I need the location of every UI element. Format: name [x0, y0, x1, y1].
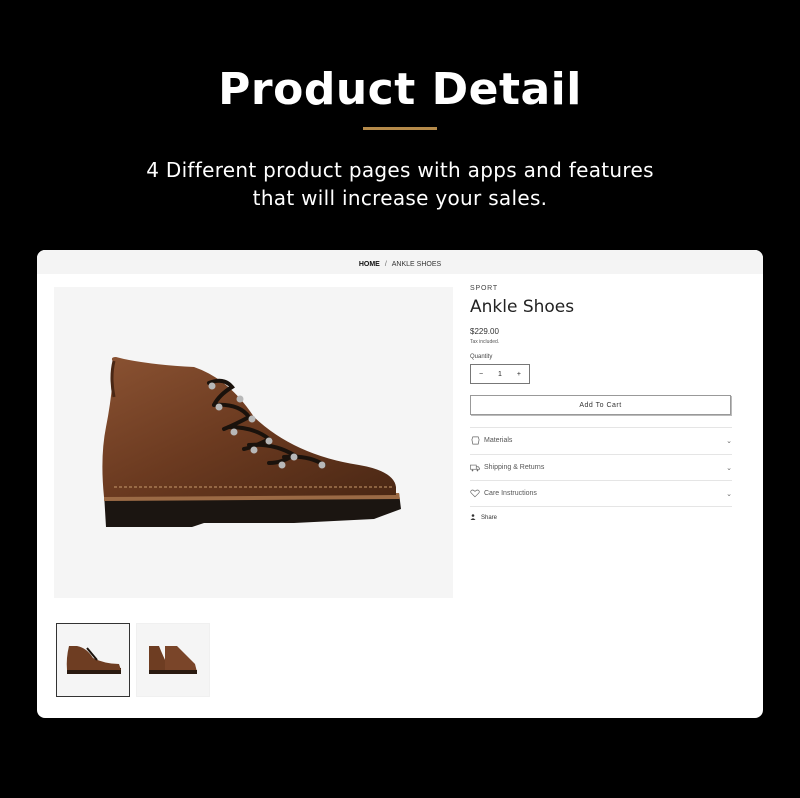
accordion-materials[interactable]: Materials ⌄ — [470, 427, 732, 453]
breadcrumb-home[interactable]: HOME — [359, 261, 380, 268]
hero-subtitle: 4 Different product pages with apps and … — [0, 156, 800, 212]
main-product-image[interactable] — [54, 287, 453, 598]
chevron-down-icon: ⌄ — [726, 464, 732, 472]
title-divider — [363, 127, 437, 130]
thumbnail-2[interactable] — [136, 623, 210, 697]
boot-thumbnail-pair — [149, 646, 197, 674]
quantity-label: Quantity — [470, 354, 493, 360]
share-button[interactable]: Share — [470, 514, 497, 522]
hero-title: Product Detail — [218, 64, 582, 115]
leather-icon — [470, 436, 480, 446]
product-vendor: SPORT — [470, 285, 498, 292]
product-title: Ankle Shoes — [470, 297, 575, 317]
accordion-label: Shipping & Returns — [484, 464, 545, 471]
share-label: Share — [481, 515, 498, 521]
quantity-input[interactable]: 1 — [498, 371, 502, 378]
accordion-shipping[interactable]: Shipping & Returns ⌄ — [470, 454, 732, 480]
accordion-label: Care Instructions — [484, 490, 537, 497]
chevron-down-icon: ⌄ — [726, 490, 732, 498]
chevron-down-icon: ⌄ — [726, 437, 732, 445]
product-page-preview: HOME / ANKLE SHOES SPORT Ankle Shoes $22… — [37, 250, 763, 718]
quantity-increase-button[interactable]: + — [517, 371, 521, 378]
heart-icon — [470, 489, 480, 499]
product-price: $229.00 — [470, 327, 499, 336]
accordion-divider — [470, 506, 732, 507]
boot-illustration — [102, 357, 401, 527]
quantity-decrease-button[interactable]: − — [479, 371, 483, 378]
truck-icon — [470, 463, 480, 473]
breadcrumb: HOME / ANKLE SHOES — [37, 250, 763, 274]
breadcrumb-separator: / — [384, 261, 387, 268]
hero-subtitle-line2: that will increase your sales. — [252, 186, 548, 210]
breadcrumb-current: ANKLE SHOES — [391, 261, 442, 268]
add-to-cart-button[interactable]: Add To Cart — [470, 395, 731, 415]
share-icon — [470, 514, 476, 522]
tax-note: Tax included. — [470, 339, 500, 345]
accordion-label: Materials — [484, 437, 513, 444]
hero-subtitle-line1: 4 Different product pages with apps and … — [146, 158, 654, 182]
product-info: SPORT Ankle Shoes $229.00 Tax included. … — [470, 285, 732, 415]
thumbnail-1[interactable] — [56, 623, 130, 697]
boot-thumbnail-side — [66, 646, 121, 674]
quantity-stepper: − 1 + — [470, 364, 530, 384]
accordion-care[interactable]: Care Instructions ⌄ — [470, 480, 732, 506]
